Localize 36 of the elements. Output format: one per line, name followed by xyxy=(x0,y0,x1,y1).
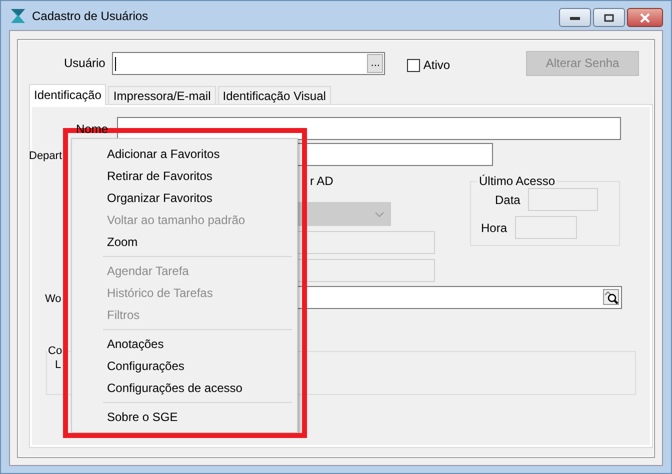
field-label: Hora xyxy=(481,220,508,234)
field-label: r AD xyxy=(310,174,334,188)
group-title: Último Acesso xyxy=(478,174,556,188)
browse-button[interactable]: ... xyxy=(367,54,384,72)
field-label: Depart xyxy=(29,150,62,162)
user-field[interactable]: ... xyxy=(112,52,386,74)
menu-item[interactable]: Configurações de acesso xyxy=(74,377,294,399)
field-label: L xyxy=(55,359,62,371)
minimize-button[interactable] xyxy=(559,8,591,27)
field-label: Usuário xyxy=(64,56,106,70)
app-logo-icon xyxy=(10,8,26,24)
checkbox-label: Ativo xyxy=(423,58,450,72)
menu-item[interactable]: Anotações xyxy=(74,333,294,355)
close-icon xyxy=(639,12,651,22)
checkbox[interactable] xyxy=(407,58,420,72)
field-label: Data xyxy=(495,192,520,206)
close-button[interactable] xyxy=(627,8,663,27)
chevron-down-icon xyxy=(375,212,384,217)
search-icon xyxy=(603,289,619,305)
menu-item[interactable]: Zoom xyxy=(74,231,294,253)
tab[interactable]: Impressora/E-mail xyxy=(108,86,216,104)
menu-item[interactable]: Sobre o SGE xyxy=(74,406,294,428)
time-field[interactable] xyxy=(515,216,578,239)
maximize-button[interactable] xyxy=(593,8,625,27)
group-title: Co xyxy=(47,345,64,357)
date-field[interactable] xyxy=(528,188,598,211)
menu-item[interactable]: Organizar Favoritos xyxy=(74,187,294,209)
menu-item[interactable]: Configurações xyxy=(74,355,294,377)
minimize-icon xyxy=(570,16,580,20)
field-label: Wo xyxy=(45,292,62,304)
menu-item[interactable]: Retirar de Favoritos xyxy=(74,165,294,187)
window-title: Cadastro de Usuários xyxy=(32,8,148,22)
tab[interactable]: Identificação Visual xyxy=(218,86,331,104)
maximize-icon xyxy=(604,14,614,22)
menu-item[interactable]: Adicionar a Favoritos xyxy=(74,143,294,165)
tab[interactable]: Identificação xyxy=(29,84,106,105)
